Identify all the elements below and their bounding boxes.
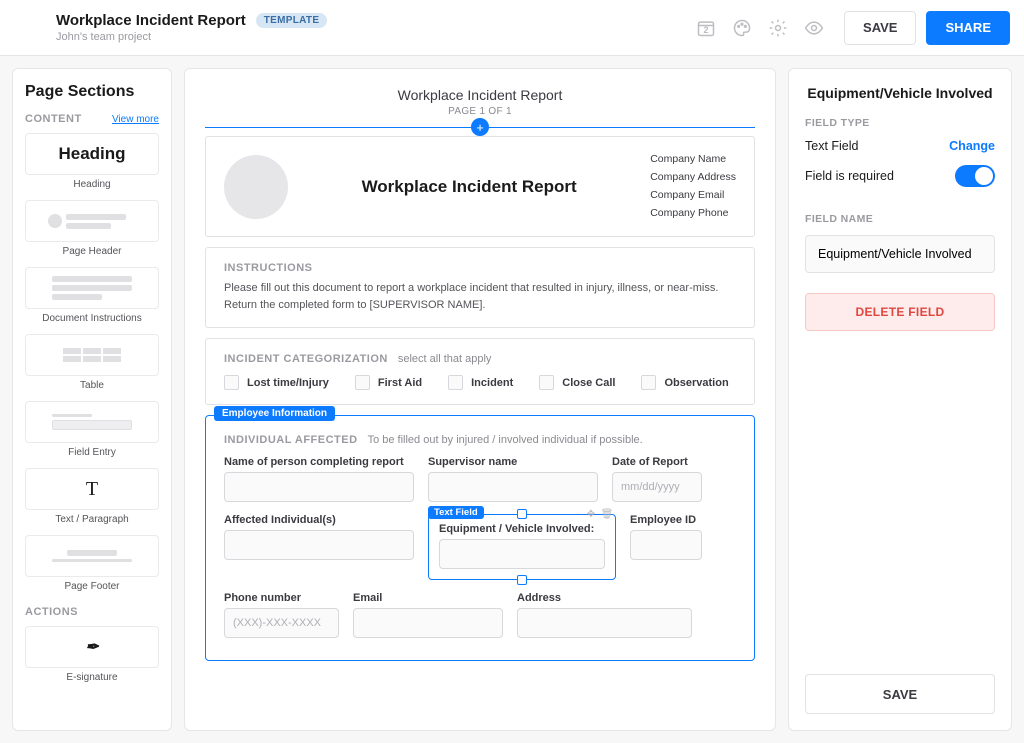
block-instructions[interactable]: INSTRUCTIONS Please fill out this docume… (205, 247, 755, 328)
template-badge: TEMPLATE (256, 13, 328, 28)
top-bar: Workplace Incident Report TEMPLATE John'… (0, 0, 1024, 56)
categorization-label: INCIDENT CATEGORIZATION (224, 353, 388, 365)
chk-lost-time[interactable]: Lost time/Injury (224, 375, 329, 390)
move-handle-icon[interactable]: ✥ (585, 508, 597, 520)
label-date-report: Date of Report (612, 456, 702, 468)
content-label: CONTENT (25, 113, 82, 125)
properties-panel: Equipment/Vehicle Involved FIELD TYPE Te… (788, 68, 1012, 731)
actions-label: ACTIONS (25, 606, 78, 618)
component-text-paragraph-label: Text / Paragraph (25, 514, 159, 525)
instructions-text: Please fill out this document to report … (224, 280, 736, 313)
logo-placeholder[interactable] (224, 155, 288, 219)
prop-title: Equipment/Vehicle Involved (805, 85, 995, 101)
label-phone: Phone number (224, 592, 339, 604)
label-address: Address (517, 592, 692, 604)
categorization-hint: select all that apply (398, 353, 492, 365)
canvas-page-indicator: PAGE 1 OF 1 (205, 106, 755, 117)
input-supervisor[interactable] (428, 472, 598, 502)
label-employee-id: Employee ID (630, 514, 702, 526)
calendar-icon[interactable]: 2 (696, 18, 716, 38)
save-properties-button[interactable]: SAVE (805, 674, 995, 714)
input-equipment[interactable] (439, 539, 605, 569)
component-heading-label: Heading (25, 179, 159, 190)
insert-divider: + (205, 127, 755, 128)
selected-field-equipment[interactable]: Text Field ✥ 🗑 Equipment / Vehicle Invol… (428, 514, 616, 580)
component-table-label: Table (25, 380, 159, 391)
component-esignature[interactable]: ✒ (25, 626, 159, 668)
main-layout: Page Sections CONTENT View more Heading … (0, 56, 1024, 743)
view-more-link[interactable]: View more (112, 114, 159, 125)
component-page-footer[interactable] (25, 535, 159, 577)
field-type-label: FIELD TYPE (805, 117, 995, 129)
company-info: Company Name Company Address Company Ema… (650, 151, 736, 222)
canvas[interactable]: Workplace Incident Report PAGE 1 OF 1 + … (184, 68, 776, 731)
doc-title: Workplace Incident Report (56, 12, 246, 29)
field-name-input[interactable] (805, 235, 995, 273)
doc-subtitle: John's team project (56, 31, 696, 43)
component-esignature-label: E-signature (25, 672, 159, 683)
instructions-label: INSTRUCTIONS (224, 262, 736, 274)
signature-icon: ✒ (85, 637, 98, 657)
delete-field-icon[interactable]: 🗑 (601, 508, 613, 520)
label-affected: Affected Individual(s) (224, 514, 414, 526)
components-sidebar: Page Sections CONTENT View more Heading … (12, 68, 172, 731)
required-label: Field is required (805, 169, 894, 183)
gear-icon[interactable] (768, 18, 788, 38)
component-table[interactable] (25, 334, 159, 376)
top-bar-icons: 2 (696, 18, 844, 38)
sidebar-title: Page Sections (25, 83, 159, 101)
component-field-entry-label: Field Entry (25, 447, 159, 458)
input-employee-id[interactable] (630, 530, 702, 560)
label-supervisor: Supervisor name (428, 456, 598, 468)
component-page-header-label: Page Header (25, 246, 159, 257)
resize-handle-top[interactable] (517, 509, 527, 519)
input-phone[interactable] (224, 608, 339, 638)
component-text-paragraph[interactable]: T (25, 468, 159, 510)
top-bar-left: Workplace Incident Report TEMPLATE John'… (14, 12, 696, 43)
block-page-header[interactable]: Workplace Incident Report Company Name C… (205, 136, 755, 237)
section-tag: Employee Information (214, 406, 335, 421)
input-affected[interactable] (224, 530, 414, 560)
input-email[interactable] (353, 608, 503, 638)
label-name-report: Name of person completing report (224, 456, 414, 468)
component-page-header[interactable] (25, 200, 159, 242)
field-name-label: FIELD NAME (805, 213, 995, 225)
canvas-doc-title: Workplace Incident Report (205, 87, 755, 103)
component-page-footer-label: Page Footer (25, 581, 159, 592)
share-button[interactable]: SHARE (926, 11, 1010, 45)
chk-incident[interactable]: Incident (448, 375, 513, 390)
component-instructions[interactable] (25, 267, 159, 309)
selected-field-type-tag: Text Field (428, 506, 484, 519)
block-categorization[interactable]: INCIDENT CATEGORIZATION select all that … (205, 338, 755, 405)
input-name-report[interactable] (224, 472, 414, 502)
delete-field-button[interactable]: DELETE FIELD (805, 293, 995, 331)
component-heading[interactable]: Heading (25, 133, 159, 175)
chk-close-call[interactable]: Close Call (539, 375, 615, 390)
component-field-entry[interactable] (25, 401, 159, 443)
individual-affected-label: INDIVIDUAL AFFECTED (224, 434, 358, 446)
component-instructions-label: Document Instructions (25, 313, 159, 324)
input-address[interactable] (517, 608, 692, 638)
resize-handle-bottom[interactable] (517, 575, 527, 585)
chk-observation[interactable]: Observation (641, 375, 728, 390)
save-button[interactable]: SAVE (844, 11, 916, 45)
input-date-report[interactable] (612, 472, 702, 502)
block-employee-info[interactable]: Employee Information INDIVIDUAL AFFECTED… (205, 415, 755, 661)
add-block-button[interactable]: + (471, 118, 489, 136)
change-type-link[interactable]: Change (949, 139, 995, 153)
label-equipment: Equipment / Vehicle Involved: (439, 523, 605, 535)
field-type-value: Text Field (805, 139, 859, 153)
label-email: Email (353, 592, 503, 604)
required-toggle[interactable] (955, 165, 995, 187)
palette-icon[interactable] (732, 18, 752, 38)
individual-affected-hint: To be filled out by injured / involved i… (368, 434, 643, 446)
header-title: Workplace Incident Report (312, 177, 626, 197)
chk-first-aid[interactable]: First Aid (355, 375, 422, 390)
eye-icon[interactable] (804, 18, 824, 38)
top-bar-actions: SAVE SHARE (844, 11, 1010, 45)
